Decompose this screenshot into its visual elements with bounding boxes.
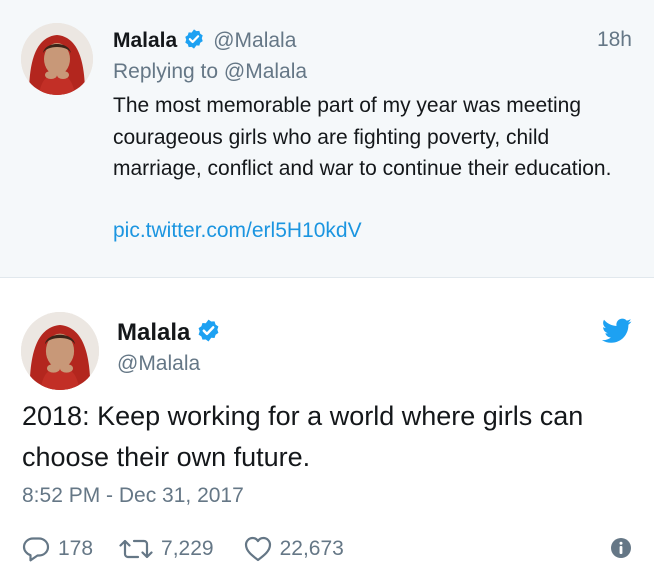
retweet-icon	[119, 537, 153, 561]
heart-icon	[244, 536, 272, 562]
tweet-actions: 178 7,229 22,673	[22, 536, 344, 562]
tweet-time-ago[interactable]: 18h	[597, 28, 632, 52]
reply-button[interactable]: 178	[22, 536, 93, 562]
info-icon[interactable]	[610, 537, 632, 559]
tweet-text: The most memorable part of my year was m…	[113, 94, 612, 180]
replying-to-handle[interactable]: @Malala	[224, 60, 307, 83]
verified-badge-icon	[183, 28, 205, 55]
replying-to-line: Replying to @Malala	[113, 60, 307, 84]
twitter-bird-icon[interactable]	[601, 318, 632, 344]
reply-tweet[interactable]: Malala @Malala 18h Replying to @Malala T…	[0, 0, 654, 277]
reply-header: Malala @Malala	[113, 28, 296, 54]
reply-icon	[22, 536, 50, 562]
tweet-text: 2018: Keep working for a world where gir…	[22, 401, 584, 472]
author-handle[interactable]: @Malala	[117, 352, 200, 376]
main-name-row: Malala	[117, 318, 221, 348]
replying-prefix: Replying to	[113, 60, 219, 83]
tweet-timestamp[interactable]: 8:52 PM - Dec 31, 2017	[22, 484, 244, 508]
retweet-button[interactable]: 7,229	[119, 537, 214, 561]
author-handle[interactable]: @Malala	[213, 29, 296, 53]
retweet-count: 7,229	[161, 537, 214, 560]
avatar[interactable]	[21, 312, 99, 390]
avatar[interactable]	[21, 23, 93, 95]
main-tweet: Malala @Malala 2018: Keep working for a …	[0, 277, 654, 572]
verified-badge-icon	[196, 318, 221, 348]
reply-count: 178	[58, 537, 94, 560]
like-button[interactable]: 22,673	[244, 536, 344, 562]
like-count: 22,673	[279, 537, 344, 560]
pic-link[interactable]: pic.twitter.com/erl5H10kdV	[113, 219, 362, 243]
author-name[interactable]: Malala	[117, 319, 190, 347]
author-name[interactable]: Malala	[113, 29, 177, 53]
